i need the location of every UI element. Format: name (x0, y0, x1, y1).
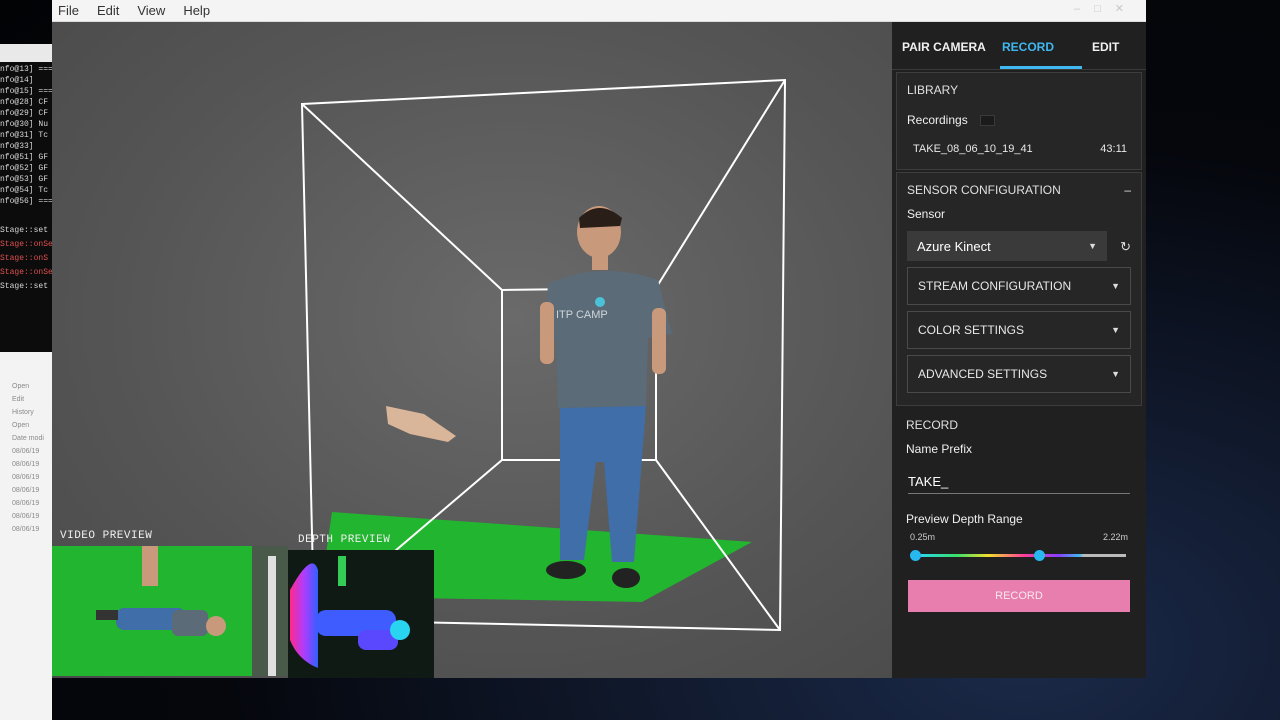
depth-range-label: Preview Depth Range (906, 512, 1023, 526)
name-prefix-input[interactable]: TAKE_ (908, 470, 1130, 494)
tab-record[interactable]: RECORD (992, 22, 1082, 69)
maximize-icon[interactable]: □ (1094, 3, 1115, 15)
close-icon[interactable]: ✕ (1115, 3, 1138, 15)
explorer-line: Open (12, 383, 30, 390)
depth-preview-image (288, 550, 434, 678)
slider-max-handle[interactable] (1034, 550, 1046, 561)
advanced-settings-label: ADVANCED SETTINGS (918, 367, 1048, 381)
menu-bar: File Edit View Help –□✕ (52, 0, 1146, 22)
chevron-down-icon: ▼ (1111, 325, 1120, 335)
sensor-select[interactable]: Azure Kinect ▼ (907, 231, 1107, 261)
terminal-line: nfo@31] Tc (0, 131, 49, 140)
explorer-line: 08/06/19 (12, 448, 40, 455)
explorer-line: 08/06/19 (12, 461, 40, 468)
terminal-line: nfo@51] GF (0, 153, 49, 162)
explorer-line: Edit (12, 396, 25, 403)
background-file-explorer: Open Edit History Open Date modi 08/06/19 08/0… (0, 352, 52, 720)
recording-name: TAKE_08_06_10_19_41 (913, 143, 1033, 155)
video-preview (52, 546, 288, 676)
collapse-icon[interactable]: – (1124, 183, 1131, 197)
record-section: RECORD Name Prefix TAKE_ Preview Depth R… (896, 408, 1142, 622)
explorer-line: History (12, 409, 34, 416)
terminal-line: nfo@33] (0, 142, 34, 151)
library-section: LIBRARY Recordings TAKE_08_06_10_19_41 4… (896, 72, 1142, 170)
terminal-line: nfo@28] CF (0, 98, 49, 107)
explorer-line: 08/06/19 (12, 500, 40, 507)
terminal-line: nfo@30] Nu (0, 120, 49, 129)
app-window: File Edit View Help –□✕ ITP CAMP VIDEO P… (52, 0, 1146, 678)
tab-bar: PAIR CAMERA RECORD EDIT (892, 22, 1146, 70)
record-button[interactable]: RECORD (908, 580, 1130, 612)
sensor-select-value: Azure Kinect (917, 238, 991, 254)
terminal-line: Stage::onSe (0, 268, 52, 277)
chevron-down-icon: ▼ (1088, 241, 1097, 251)
explorer-line: 08/06/19 (12, 526, 40, 533)
terminal-line: nfo@54] Tc (0, 186, 49, 195)
explorer-line: 08/06/19 (12, 474, 40, 481)
depth-range-slider[interactable] (910, 548, 1128, 562)
stream-configuration-accordion[interactable]: STREAM CONFIGURATION ▼ (907, 267, 1131, 305)
minimize-icon[interactable]: – (1074, 3, 1094, 15)
terminal-line: Stage::set (0, 282, 49, 291)
menu-view[interactable]: View (137, 3, 165, 18)
terminal-line: nfo@14] (0, 76, 34, 85)
terminal-line: nfo@53] GF (0, 175, 49, 184)
refresh-icon[interactable]: ↻ (1120, 239, 1131, 255)
background-terminal: nfo@13] === nfo@14] nfo@15] === nfo@28] CF n… (0, 62, 52, 352)
slider-track (914, 554, 1126, 557)
menu-file[interactable]: File (58, 3, 79, 18)
color-settings-label: COLOR SETTINGS (918, 323, 1025, 337)
explorer-line: 08/06/19 (12, 513, 40, 520)
video-preview-image (52, 546, 288, 676)
terminal-line: Stage::set (0, 226, 49, 235)
explorer-line: 08/06/19 (12, 487, 40, 494)
sensor-config-title: SENSOR CONFIGURATION (907, 183, 1061, 197)
stream-configuration-label: STREAM CONFIGURATION (918, 279, 1072, 293)
control-panel: PAIR CAMERA RECORD EDIT LIBRARY Recordin… (892, 22, 1146, 678)
recordings-label: Recordings (907, 113, 968, 127)
terminal-line: nfo@29] CF (0, 109, 49, 118)
terminal-line: nfo@52] GF (0, 164, 49, 173)
terminal-line: Stage::onSe (0, 240, 52, 249)
tab-edit[interactable]: EDIT (1070, 22, 1119, 69)
sensor-config-header[interactable]: SENSOR CONFIGURATION – (897, 173, 1141, 207)
explorer-line: Date modi (12, 435, 44, 442)
depth-preview-label: DEPTH PREVIEW (298, 534, 391, 546)
depth-min-label: 0.25m (910, 532, 936, 542)
folder-icon[interactable] (979, 114, 995, 126)
recording-duration: 43:11 (1100, 143, 1127, 155)
record-title: RECORD (906, 418, 959, 432)
terminal-line: nfo@13] === (0, 65, 52, 74)
library-title: LIBRARY (907, 83, 959, 97)
depth-preview (288, 550, 434, 678)
name-prefix-label: Name Prefix (906, 442, 973, 456)
chevron-down-icon: ▼ (1111, 369, 1120, 379)
menu-edit[interactable]: Edit (97, 3, 119, 18)
svg-text:ITP CAMP: ITP CAMP (556, 309, 608, 321)
terminal-titlebar (0, 44, 52, 62)
3d-viewport[interactable]: ITP CAMP VIDEO PREVIEW DEPTH PREVIEW (52, 22, 892, 678)
hand-fragment (386, 406, 456, 442)
recording-item[interactable]: TAKE_08_06_10_19_41 43:11 (897, 133, 1141, 169)
advanced-settings-accordion[interactable]: ADVANCED SETTINGS ▼ (907, 355, 1131, 393)
sensor-config-section: SENSOR CONFIGURATION – Sensor Azure Kine… (896, 172, 1142, 406)
sensor-label: Sensor (907, 207, 946, 221)
depth-max-label: 2.22m (1102, 532, 1128, 542)
terminal-line: nfo@15] === (0, 87, 52, 96)
slider-min-handle[interactable] (910, 550, 921, 561)
video-preview-label: VIDEO PREVIEW (60, 530, 153, 542)
color-settings-accordion[interactable]: COLOR SETTINGS ▼ (907, 311, 1131, 349)
explorer-line: Open (12, 422, 30, 429)
menu-help[interactable]: Help (183, 3, 210, 18)
chevron-down-icon: ▼ (1111, 281, 1120, 291)
terminal-line: Stage::onS (0, 254, 49, 263)
tab-pair-camera[interactable]: PAIR CAMERA (892, 22, 992, 69)
terminal-line: nfo@56] === (0, 197, 52, 206)
